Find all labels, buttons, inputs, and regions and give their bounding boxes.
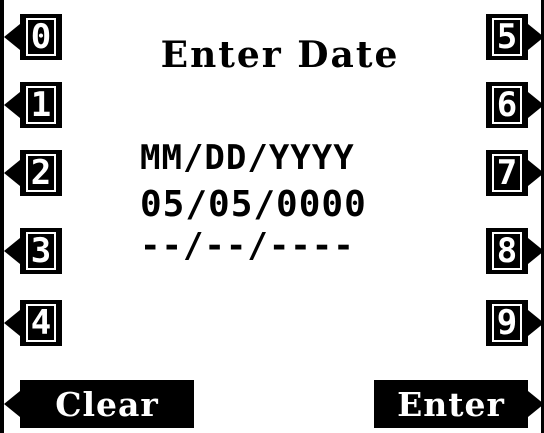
key-5[interactable]: 5	[464, 14, 544, 60]
key-5-box[interactable]: 5	[486, 14, 528, 60]
key-7-box[interactable]: 7	[486, 150, 528, 196]
left-arrow-icon	[4, 24, 20, 50]
enter-button[interactable]: Enter	[374, 380, 528, 428]
enter-key[interactable]: Enter	[364, 380, 544, 428]
key-7-label: 7	[491, 154, 523, 192]
left-arrow-icon	[4, 310, 20, 336]
key-0-label: 0	[25, 18, 57, 56]
date-entry-screen: 0 1 2 3 4 5 6 7 8 9 Enter Date MM/DD/YYY…	[0, 0, 544, 433]
current-date-value: 05/05/0000	[140, 184, 367, 225]
key-6[interactable]: 6	[464, 82, 544, 128]
left-arrow-icon	[4, 391, 20, 417]
right-arrow-icon	[528, 238, 544, 264]
key-2-label: 2	[25, 154, 57, 192]
key-4-label: 4	[25, 304, 57, 342]
key-3-box[interactable]: 3	[20, 228, 62, 274]
key-7[interactable]: 7	[464, 150, 544, 196]
right-arrow-icon	[528, 310, 544, 336]
key-0[interactable]: 0	[0, 14, 64, 60]
key-1-box[interactable]: 1	[20, 82, 62, 128]
right-arrow-icon	[528, 92, 544, 118]
key-1-label: 1	[25, 86, 57, 124]
left-arrow-icon	[4, 92, 20, 118]
key-4[interactable]: 4	[0, 300, 64, 346]
key-3-label: 3	[25, 232, 57, 270]
right-arrow-icon	[528, 160, 544, 186]
key-0-box[interactable]: 0	[20, 14, 62, 60]
key-9-label: 9	[491, 304, 523, 342]
left-edge-bar	[0, 0, 4, 433]
key-6-box[interactable]: 6	[486, 82, 528, 128]
enter-label: Enter	[397, 384, 505, 424]
clear-button[interactable]: Clear	[20, 380, 194, 428]
date-format-hint: MM/DD/YYYY	[140, 138, 355, 178]
key-2-box[interactable]: 2	[20, 150, 62, 196]
key-6-label: 6	[491, 86, 523, 124]
key-9-box[interactable]: 9	[486, 300, 528, 346]
left-arrow-icon	[4, 238, 20, 264]
right-arrow-icon	[528, 391, 544, 417]
key-8-label: 8	[491, 232, 523, 270]
key-4-box[interactable]: 4	[20, 300, 62, 346]
screen-title: Enter Date	[160, 34, 400, 76]
key-9[interactable]: 9	[464, 300, 544, 346]
clear-key[interactable]: Clear	[0, 380, 200, 428]
right-arrow-icon	[528, 24, 544, 50]
key-8-box[interactable]: 8	[486, 228, 528, 274]
key-8[interactable]: 8	[464, 228, 544, 274]
key-5-label: 5	[491, 18, 523, 56]
clear-label: Clear	[55, 384, 159, 424]
key-1[interactable]: 1	[0, 82, 64, 128]
date-entry-field[interactable]: --/--/----	[140, 226, 420, 266]
key-2[interactable]: 2	[0, 150, 64, 196]
key-3[interactable]: 3	[0, 228, 64, 274]
left-arrow-icon	[4, 160, 20, 186]
